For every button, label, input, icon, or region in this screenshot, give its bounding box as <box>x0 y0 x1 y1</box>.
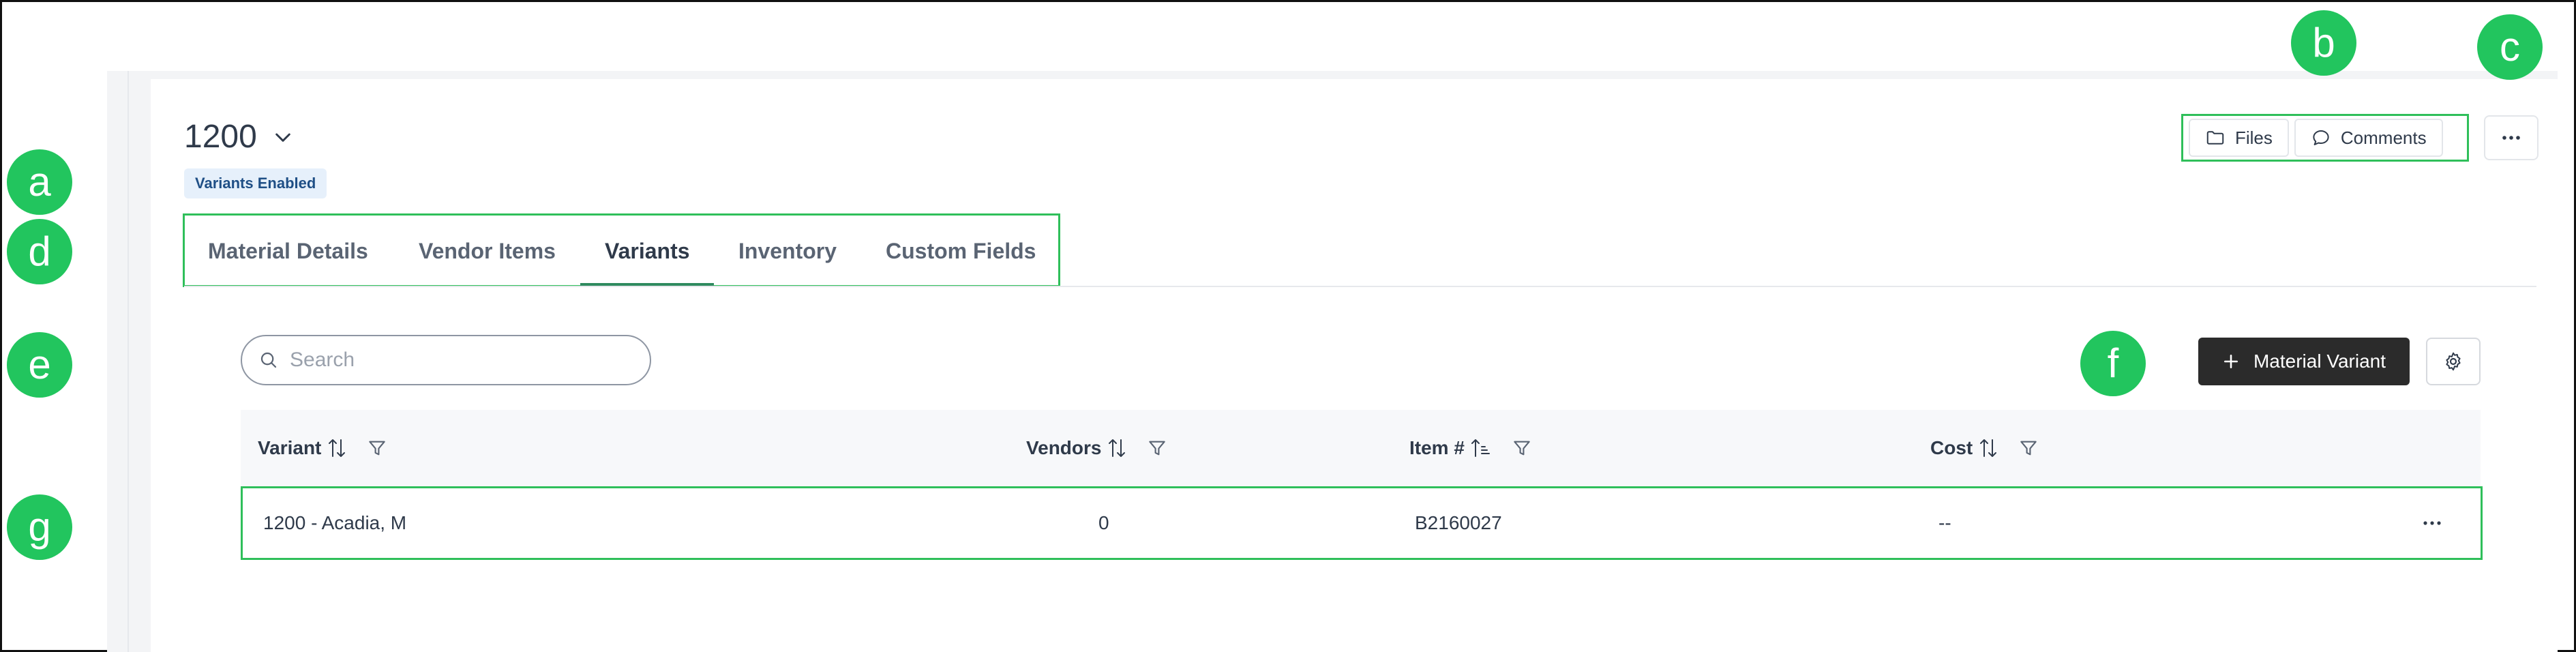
sort-icon[interactable] <box>1107 437 1127 459</box>
chevron-down-icon[interactable] <box>272 126 294 148</box>
add-material-variant-label: Material Variant <box>2253 351 2386 372</box>
more-options-button[interactable] <box>2484 115 2538 160</box>
left-rail <box>107 71 151 652</box>
screenshot-frame: 1200 Variants Enabled Files Comments Mat… <box>0 0 2576 652</box>
annotation-marker-a: a <box>7 149 72 215</box>
annotation-marker-e: e <box>7 332 72 398</box>
table-row[interactable] <box>241 486 2483 560</box>
tab-variants[interactable]: Variants <box>605 219 690 283</box>
comments-label: Comments <box>2340 127 2427 148</box>
files-button[interactable]: Files <box>2189 119 2289 157</box>
files-label: Files <box>2235 127 2273 148</box>
search-box[interactable] <box>241 335 651 385</box>
annotation-marker-d: d <box>7 219 72 284</box>
top-band <box>151 71 2558 79</box>
annotation-marker-f: f <box>2080 331 2146 396</box>
sort-ascending-icon[interactable] <box>1470 437 1492 459</box>
page-title[interactable]: 1200 <box>184 118 294 155</box>
comments-button[interactable]: Comments <box>2294 119 2443 157</box>
gear-icon <box>2442 351 2464 372</box>
search-input[interactable] <box>290 349 631 372</box>
column-header-vendors: Vendors <box>1026 410 1168 486</box>
filter-icon[interactable] <box>366 437 388 459</box>
tab-material-details[interactable]: Material Details <box>208 219 368 283</box>
table-settings-button[interactable] <box>2426 338 2481 385</box>
cell-variant: 1200 - Acadia, M <box>263 512 407 533</box>
filter-icon[interactable] <box>1146 437 1168 459</box>
cell-item-number: B2160027 <box>1415 512 1502 533</box>
tabs-divider <box>184 286 2536 287</box>
tab-inventory[interactable]: Inventory <box>738 219 837 283</box>
files-comments-group: Files Comments <box>2181 114 2469 162</box>
status-badge: Variants Enabled <box>184 168 327 198</box>
plus-icon <box>2222 353 2240 370</box>
column-header-label: Variant <box>258 437 322 458</box>
column-header-label: Vendors <box>1026 437 1102 458</box>
column-header-label: Cost <box>1930 437 1973 458</box>
table-header <box>241 410 2481 486</box>
filter-icon[interactable] <box>1511 437 1533 459</box>
annotation-marker-b: b <box>2291 10 2356 76</box>
annotation-marker-c: c <box>2477 14 2543 80</box>
filter-icon[interactable] <box>2018 437 2039 459</box>
folder-icon <box>2205 128 2226 148</box>
column-header-label: Item # <box>1409 437 1465 458</box>
column-header-variant: Variant <box>258 410 388 486</box>
cell-vendors: 0 <box>1098 512 1109 533</box>
column-header-item-number: Item # <box>1409 410 1533 486</box>
sort-icon[interactable] <box>327 437 347 459</box>
page-title-text: 1200 <box>184 119 257 155</box>
active-tab-indicator <box>580 283 714 286</box>
annotation-marker-g: g <box>7 494 72 560</box>
row-actions-button[interactable] <box>2423 486 2442 560</box>
search-icon <box>258 350 279 370</box>
ellipsis-icon <box>2423 520 2442 527</box>
sort-icon[interactable] <box>1978 437 1998 459</box>
tab-custom-fields[interactable]: Custom Fields <box>886 219 1036 283</box>
left-rail-divider <box>128 71 129 652</box>
cell-cost: -- <box>1938 512 1951 533</box>
ellipsis-icon <box>2501 134 2521 141</box>
column-header-cost: Cost <box>1930 410 2039 486</box>
comment-icon <box>2311 128 2331 148</box>
add-material-variant-button[interactable]: Material Variant <box>2198 338 2410 385</box>
tab-vendor-items[interactable]: Vendor Items <box>419 219 556 283</box>
